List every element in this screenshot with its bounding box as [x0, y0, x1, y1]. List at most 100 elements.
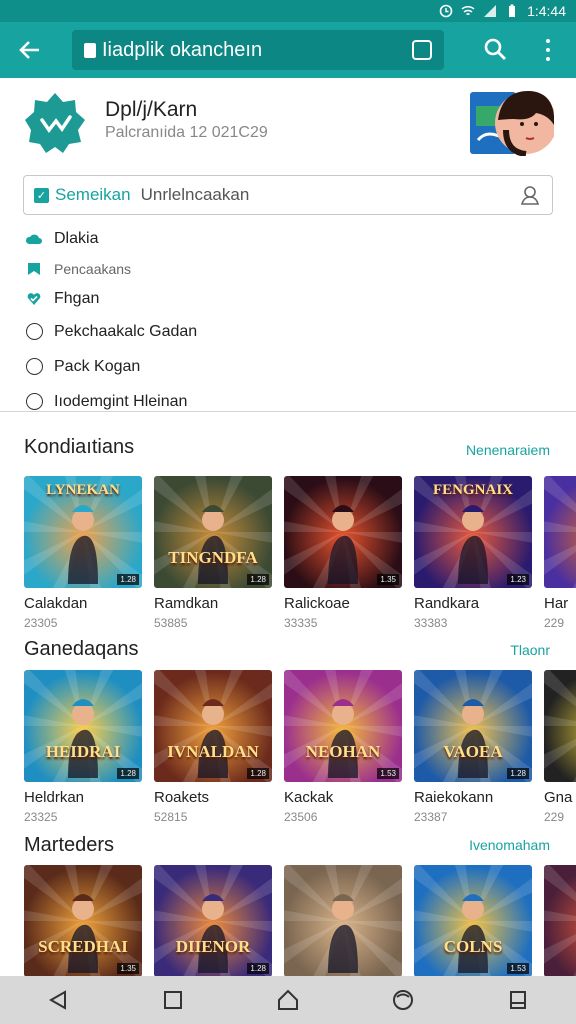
duration-badge: 1.28 [247, 574, 269, 585]
game-card[interactable]: COLNS 1.53 [414, 865, 532, 976]
section-title: Ganedaqans [24, 638, 139, 660]
shield-icon[interactable] [412, 40, 432, 60]
home-icon [277, 989, 298, 1010]
game-card[interactable]: Har 229 [544, 476, 576, 630]
battery-icon [509, 4, 516, 17]
game-card[interactable]: TINGNDFA 1.28 Ramdkan 53885 [154, 476, 272, 630]
game-row: SCREDHAI 1.35 DIIENOR 1.28 COLNS 1.53 [24, 865, 576, 976]
cover-title: COI [544, 742, 576, 762]
game-thumbnail[interactable]: NEOHAN 1.53 [284, 670, 402, 782]
game-card[interactable]: NEOHAN 1.53 Kackak 23506 [284, 670, 402, 824]
nav-back-button[interactable] [40, 982, 76, 1018]
signal-icon [484, 5, 497, 17]
game-card[interactable]: FENGNAIX 1.23 Randkara 33383 [414, 476, 532, 630]
search-value: Unrlelncaakan [140, 185, 250, 204]
game-thumbnail[interactable]: VAOEA 1.28 [414, 670, 532, 782]
cover-title: SCREDHAI [38, 937, 128, 956]
avatar[interactable] [470, 90, 554, 156]
person-search-icon[interactable] [520, 184, 542, 206]
radio-label: Pekchaakalc Gadan [54, 322, 198, 340]
cover-art [544, 670, 576, 782]
game-thumbnail[interactable]: IVNALDAN 1.28 [154, 670, 272, 782]
cover-title: NEOHAN [305, 742, 381, 761]
cover-title: DIIENOR [175, 937, 251, 956]
status-bar: 1:4:44 [0, 0, 576, 22]
radio-option[interactable]: Iıodemgint Hleinan [26, 386, 566, 417]
cover-art [154, 476, 272, 588]
game-card[interactable]: DIIENOR 1.28 [154, 865, 272, 976]
nav-overview-button[interactable] [500, 982, 536, 1018]
duration-badge: 1.53 [377, 768, 399, 779]
game-thumbnail[interactable]: COI [544, 670, 576, 782]
address-bar[interactable]: Iiadplik okancheın [72, 30, 444, 70]
game-thumbnail[interactable]: TINGNDFA 1.28 [154, 476, 272, 588]
filter-item[interactable]: Fhgan [26, 286, 566, 312]
game-card[interactable]: COI Gna 229 [544, 670, 576, 824]
radio-button[interactable] [26, 323, 43, 340]
game-thumbnail[interactable]: SCREDHAI 1.35 [24, 865, 142, 976]
cover-art [284, 865, 402, 976]
game-title: Heldrkan [24, 789, 85, 806]
nav-home-button[interactable] [270, 982, 306, 1018]
game-thumbnail[interactable] [544, 865, 576, 976]
radio-label: Pack Kogan [54, 357, 141, 375]
game-title: Har [544, 595, 569, 612]
search-input[interactable]: ✓ Semeikan Unrlelncaakan [23, 175, 553, 215]
game-thumbnail[interactable]: COLNS 1.53 [414, 865, 532, 976]
search-filter-chip[interactable]: Semeikan [55, 185, 131, 205]
filter-label: Dlakia [54, 230, 99, 247]
cover-title: IVNALDAN [167, 742, 259, 761]
filter-item[interactable]: Pencaakans [26, 256, 566, 282]
app-bar: Iiadplik okancheın [0, 22, 576, 78]
game-title: Calakdan [24, 595, 88, 612]
game-card[interactable]: IVNALDAN 1.28 Roakets 52815 [154, 670, 272, 824]
game-card[interactable] [284, 865, 402, 976]
nav-recents-button[interactable] [155, 982, 191, 1018]
game-title: Roakets [154, 789, 210, 806]
game-thumbnail[interactable]: FENGNAIX 1.23 [414, 476, 532, 588]
game-count: 33383 [414, 616, 448, 630]
game-thumbnail[interactable] [284, 865, 402, 976]
bookmark-icon [28, 263, 40, 275]
game-count: 229 [544, 616, 565, 630]
filter-item[interactable]: Dlakia [26, 226, 566, 252]
game-card[interactable]: LYNEKAN 1.28 Calakdan 23305 [24, 476, 142, 630]
section-see-all-link[interactable]: Nenenaraiem [466, 442, 550, 458]
duration-badge: 1.35 [377, 574, 399, 585]
cover-title: TINGNDFA [168, 548, 258, 567]
cover-title: LYNEKAN [46, 482, 120, 498]
game-thumbnail[interactable]: HEIDRAI 1.28 [24, 670, 142, 782]
duration-badge: 1.28 [117, 574, 139, 585]
game-thumbnail[interactable] [544, 476, 576, 588]
section-see-all-link[interactable]: Tlaonr [510, 642, 550, 658]
alarm-icon [439, 4, 453, 18]
section-see-all-link[interactable]: Ivenomaham [469, 837, 550, 853]
cover-art [284, 670, 402, 782]
checkbox-icon[interactable]: ✓ [34, 187, 49, 203]
game-card[interactable]: HEIDRAI 1.28 Heldrkan 23325 [24, 670, 142, 824]
game-title: Ralickoae [284, 595, 350, 612]
game-card[interactable]: 1.35 Ralickoae 33335 [284, 476, 402, 630]
search-icon[interactable] [482, 36, 510, 64]
radio-option[interactable]: Pack Kogan [26, 351, 566, 382]
game-thumbnail[interactable]: 1.35 [284, 476, 402, 588]
game-thumbnail[interactable]: DIIENOR 1.28 [154, 865, 272, 976]
radio-button[interactable] [26, 393, 43, 410]
cover-art [544, 865, 576, 976]
game-card[interactable]: SCREDHAI 1.35 [24, 865, 142, 976]
game-row: HEIDRAI 1.28 Heldrkan 23325 IVNALDAN 1.28 Roak… [24, 670, 576, 830]
game-thumbnail[interactable]: LYNEKAN 1.28 [24, 476, 142, 588]
radio-label: Iıodemgint Hleinan [54, 392, 188, 410]
nav-assistant-button[interactable] [385, 982, 421, 1018]
overflow-menu-button[interactable] [538, 36, 558, 64]
radio-option[interactable]: Pekchaakalc Gadan [26, 316, 566, 347]
cover-art [544, 476, 576, 588]
game-card[interactable]: VAOEA 1.28 Raiekokann 23387 [414, 670, 532, 824]
back-button[interactable] [0, 22, 60, 78]
section-title: Kondiaıtians [24, 436, 135, 458]
divider [0, 411, 576, 412]
arrow-back-icon [19, 41, 39, 59]
radio-button[interactable] [26, 358, 43, 375]
duration-badge: 1.28 [247, 963, 269, 974]
game-card[interactable] [544, 865, 576, 976]
